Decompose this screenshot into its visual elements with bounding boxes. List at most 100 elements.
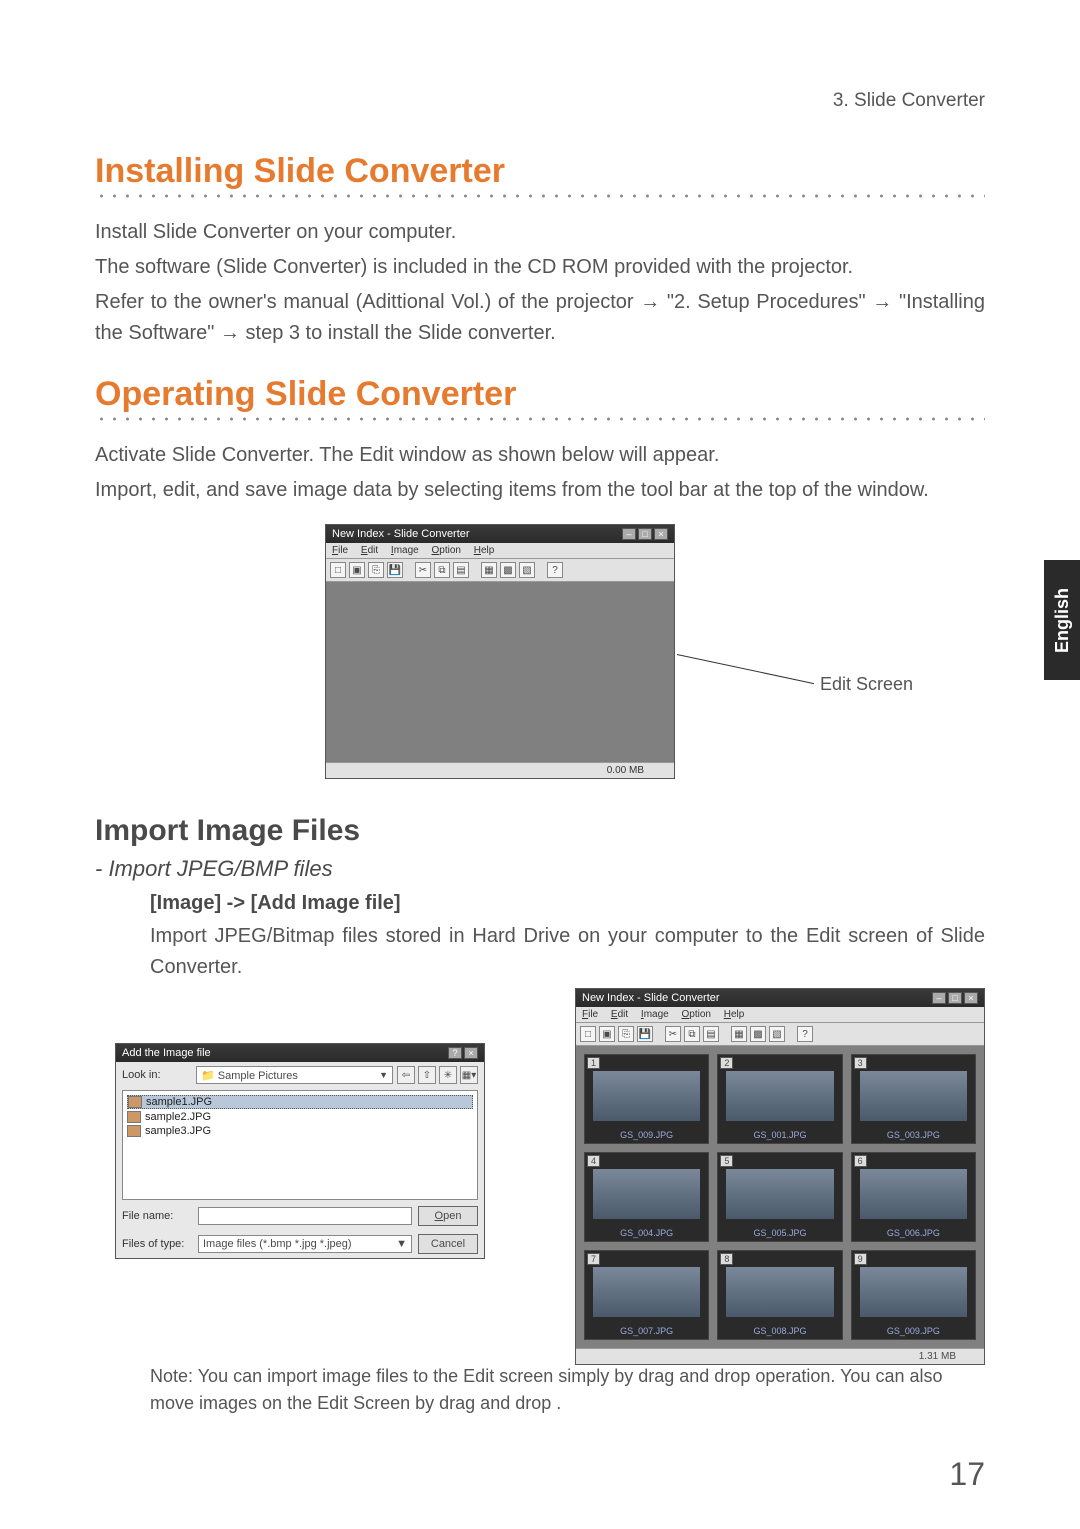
thumbnail[interactable]: 1GS_009.JPG bbox=[584, 1054, 709, 1144]
list-item[interactable]: sample3.JPG bbox=[127, 1125, 473, 1137]
thumb-caption: GS_004.JPG bbox=[585, 1228, 708, 1238]
menu-bar[interactable]: FFileile Edit Image Option Help bbox=[326, 543, 674, 559]
tool-icon[interactable]: ▩ bbox=[750, 1026, 766, 1042]
thumbnail[interactable]: 5 GS_005.JPG bbox=[717, 1152, 842, 1242]
thumbnail[interactable]: 2GS_001.JPG bbox=[717, 1054, 842, 1144]
maximize-button[interactable]: □ bbox=[638, 528, 652, 540]
thumbnail[interactable]: 4GS_004.JPG bbox=[584, 1152, 709, 1242]
menu-image[interactable]: Image bbox=[641, 1009, 669, 1020]
import-title: Import Image Files bbox=[95, 814, 985, 848]
views-icon[interactable]: ▦▾ bbox=[460, 1066, 478, 1084]
save-icon[interactable]: 💾 bbox=[637, 1026, 653, 1042]
menu-edit[interactable]: Edit bbox=[361, 545, 378, 556]
window-title: New Index - Slide Converter bbox=[332, 528, 470, 540]
new-icon[interactable]: □ bbox=[330, 562, 346, 578]
thumb-number: 5 bbox=[720, 1155, 733, 1167]
list-item[interactable]: sample1.JPG bbox=[127, 1095, 473, 1109]
thumbnail[interactable]: 7GS_007.JPG bbox=[584, 1250, 709, 1340]
open-icon[interactable]: ▣ bbox=[599, 1026, 615, 1042]
close-button[interactable]: × bbox=[464, 1047, 478, 1059]
thumb-caption: GS_009.JPG bbox=[852, 1326, 975, 1336]
file-list[interactable]: sample1.JPG sample2.JPG sample3.JPG bbox=[122, 1090, 478, 1200]
filetype-select[interactable]: Image files (*.bmp *.jpg *.jpeg)▼ bbox=[198, 1235, 412, 1253]
cancel-button[interactable]: Cancel bbox=[418, 1234, 478, 1254]
callout-line bbox=[677, 654, 814, 684]
paste-icon[interactable]: ▤ bbox=[453, 562, 469, 578]
close-button[interactable]: × bbox=[964, 992, 978, 1004]
menu-option[interactable]: Option bbox=[432, 545, 461, 556]
edit-screen-area[interactable] bbox=[326, 582, 674, 762]
thumb-number: 7 bbox=[587, 1253, 600, 1265]
copy-icon[interactable]: ⧉ bbox=[434, 562, 450, 578]
filename-input[interactable] bbox=[198, 1207, 412, 1225]
thumb-caption: GS_003.JPG bbox=[852, 1130, 975, 1140]
menu-option[interactable]: Option bbox=[682, 1009, 711, 1020]
import-icon[interactable]: ⎘ bbox=[618, 1026, 634, 1042]
minimize-button[interactable]: – bbox=[932, 992, 946, 1004]
slide-converter-grid-window: New Index - Slide Converter – □ × File E… bbox=[575, 988, 985, 1365]
toolbar: □ ▣ ⎘ 💾 ✂ ⧉ ▤ ▦ ▩ ▧ ? bbox=[576, 1023, 984, 1046]
thumb-caption: GS_009.JPG bbox=[585, 1130, 708, 1140]
menu-help[interactable]: Help bbox=[474, 545, 495, 556]
menu-file[interactable]: FFileile bbox=[332, 545, 348, 556]
copy-icon[interactable]: ⧉ bbox=[684, 1026, 700, 1042]
thumbnail[interactable]: 3 GS_003.JPG bbox=[851, 1054, 976, 1144]
maximize-button[interactable]: □ bbox=[948, 992, 962, 1004]
thumbnail[interactable]: 9GS_009.JPG bbox=[851, 1250, 976, 1340]
lookin-select[interactable]: 📁 Sample Pictures ▼ bbox=[196, 1066, 393, 1084]
menu-edit[interactable]: Edit bbox=[611, 1009, 628, 1020]
install-title: Installing Slide Converter bbox=[95, 152, 985, 191]
import-icon[interactable]: ⎘ bbox=[368, 562, 384, 578]
help-icon[interactable]: ? bbox=[797, 1026, 813, 1042]
status-bar: 1.31 MB bbox=[576, 1348, 984, 1364]
thumb-image bbox=[593, 1071, 700, 1121]
list-item[interactable]: sample2.JPG bbox=[127, 1111, 473, 1123]
tool-icon[interactable]: ▩ bbox=[500, 562, 516, 578]
filetype-value: Image files (*.bmp *.jpg *.jpeg) bbox=[203, 1238, 352, 1250]
tool-icon[interactable]: ▦ bbox=[731, 1026, 747, 1042]
up-icon[interactable]: ⇧ bbox=[418, 1066, 436, 1084]
window-title: New Index - Slide Converter bbox=[582, 992, 720, 1004]
toolbar: □ ▣ ⎘ 💾 ✂ ⧉ ▤ ▦ ▩ ▧ ? bbox=[326, 559, 674, 582]
cut-icon[interactable]: ✂ bbox=[665, 1026, 681, 1042]
language-tab: English bbox=[1044, 560, 1080, 680]
tool-icon[interactable]: ▧ bbox=[519, 562, 535, 578]
new-icon[interactable]: □ bbox=[580, 1026, 596, 1042]
open-button[interactable]: Open bbox=[418, 1206, 478, 1226]
thumb-image bbox=[726, 1267, 833, 1317]
tool-icon[interactable]: ▦ bbox=[481, 562, 497, 578]
operate-p1: Activate Slide Converter. The Edit windo… bbox=[95, 440, 985, 471]
thumb-number: 3 bbox=[854, 1057, 867, 1069]
help-button[interactable]: ? bbox=[448, 1047, 462, 1059]
text: step 3 to install the Slide converter. bbox=[240, 322, 556, 344]
save-icon[interactable]: 💾 bbox=[387, 562, 403, 578]
tool-icon[interactable]: ▧ bbox=[769, 1026, 785, 1042]
import-p1: Import JPEG/Bitmap files stored in Hard … bbox=[150, 921, 985, 983]
close-button[interactable]: × bbox=[654, 528, 668, 540]
thumbnail[interactable]: 6GS_006.JPG bbox=[851, 1152, 976, 1242]
divider bbox=[95, 193, 985, 199]
newfolder-icon[interactable]: ✳ bbox=[439, 1066, 457, 1084]
menu-help[interactable]: Help bbox=[724, 1009, 745, 1020]
filetype-label: Files of type: bbox=[122, 1238, 192, 1250]
thumb-caption: GS_008.JPG bbox=[718, 1326, 841, 1336]
paste-icon[interactable]: ▤ bbox=[703, 1026, 719, 1042]
chapter-header: 3. Slide Converter bbox=[95, 90, 985, 112]
menu-image[interactable]: Image bbox=[391, 545, 419, 556]
minimize-button[interactable]: – bbox=[622, 528, 636, 540]
thumb-caption: GS_005.JPG bbox=[718, 1228, 841, 1238]
back-icon[interactable]: ⇦ bbox=[397, 1066, 415, 1084]
window-titlebar: New Index - Slide Converter – □ × bbox=[326, 525, 674, 543]
help-icon[interactable]: ? bbox=[547, 562, 563, 578]
menu-bar[interactable]: File Edit Image Option Help bbox=[576, 1007, 984, 1023]
thumbnail-grid[interactable]: 1GS_009.JPG 2GS_001.JPG 3 GS_003.JPG 4GS_… bbox=[576, 1046, 984, 1348]
callout-label: Edit Screen bbox=[820, 674, 913, 695]
thumb-image bbox=[726, 1169, 833, 1219]
thumbnail[interactable]: 8GS_008.JPG bbox=[717, 1250, 842, 1340]
window-titlebar: New Index - Slide Converter – □ × bbox=[576, 989, 984, 1007]
menu-file[interactable]: File bbox=[582, 1009, 598, 1020]
lookin-label: Look in: bbox=[122, 1069, 192, 1081]
cut-icon[interactable]: ✂ bbox=[415, 562, 431, 578]
file-icon bbox=[128, 1096, 142, 1108]
open-icon[interactable]: ▣ bbox=[349, 562, 365, 578]
